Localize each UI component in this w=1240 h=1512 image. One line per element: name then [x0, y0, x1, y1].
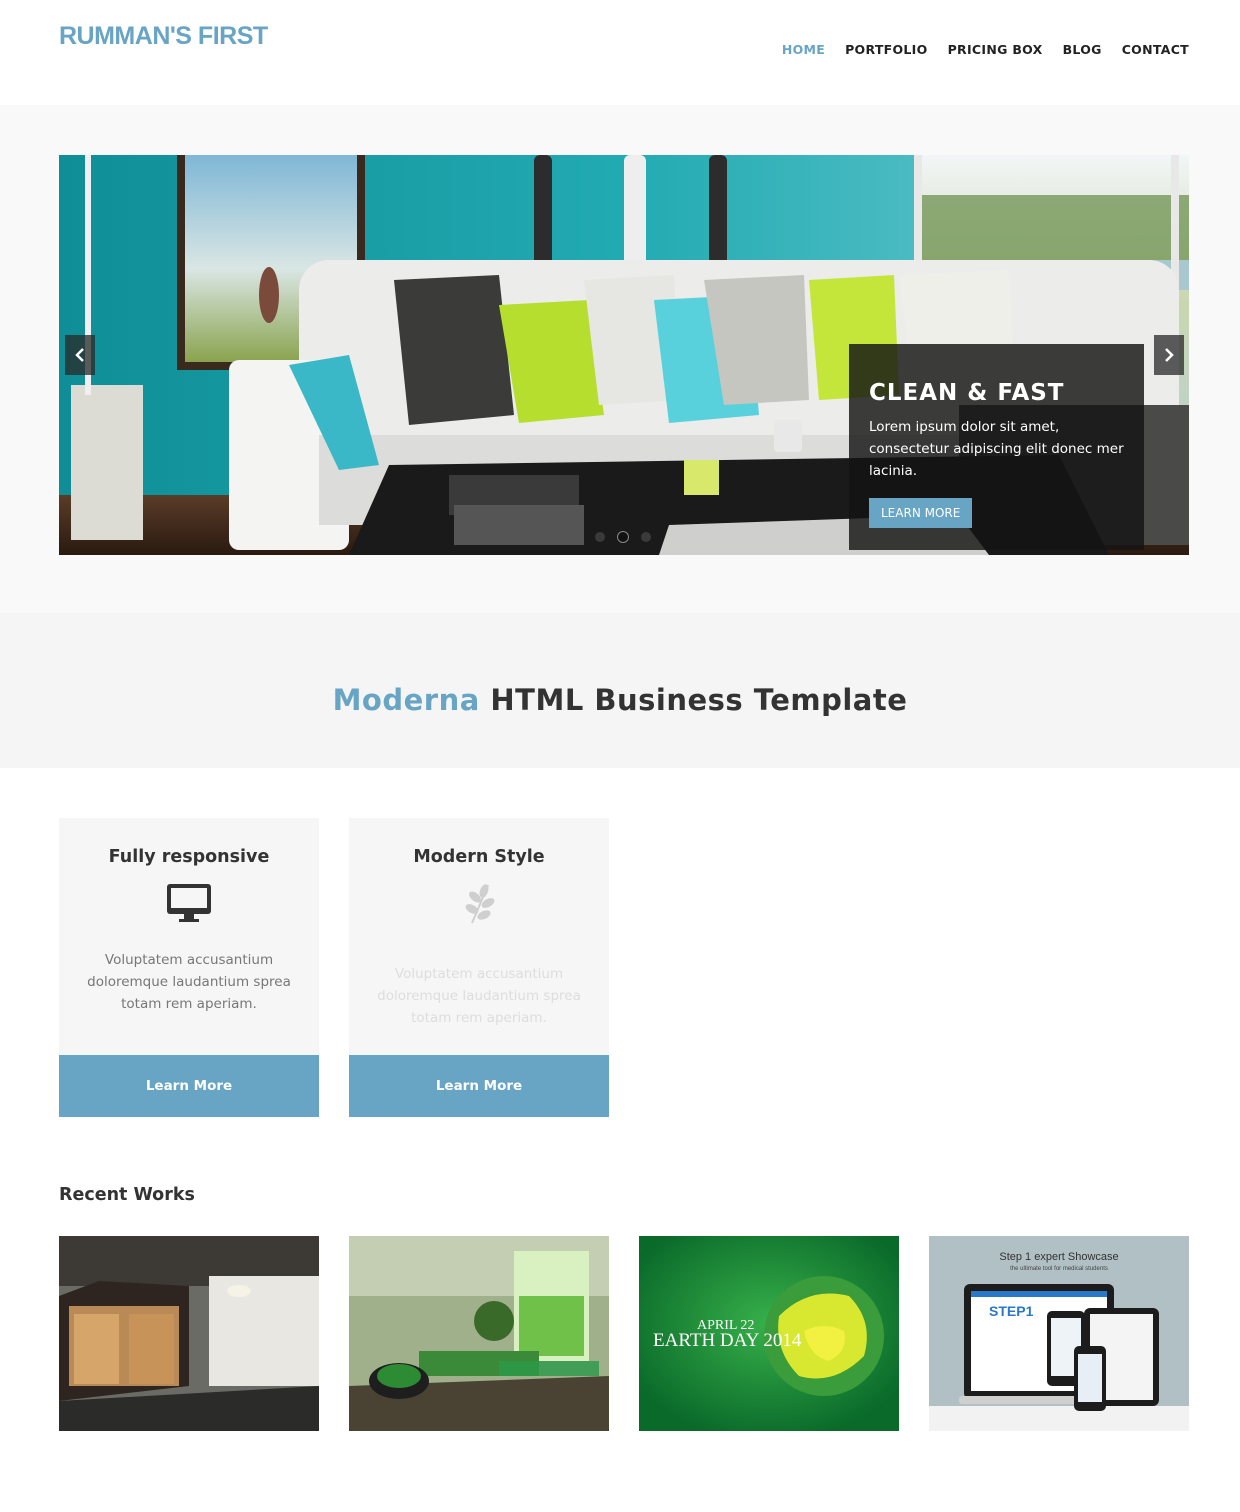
- slide-caption-text: Lorem ipsum dolor sit amet, consectetur …: [869, 419, 1124, 479]
- feature-box-modern-style: Modern Style Voluptatem accusantium dolo…: [349, 818, 609, 1117]
- portfolio-item-showcase[interactable]: Step 1 expert Showcase the ultimate tool…: [929, 1236, 1189, 1431]
- step1-showcase-image: Step 1 expert Showcase the ultimate tool…: [929, 1236, 1189, 1431]
- slide-caption: CLEAN & FAST Lorem ipsum dolor sit amet,…: [849, 344, 1144, 550]
- office-interior-image: [59, 1236, 319, 1431]
- feature-title: Modern Style: [413, 847, 545, 867]
- slider-prev-button[interactable]: [65, 335, 95, 375]
- chevron-right-icon: [1165, 348, 1174, 362]
- nav-pricing-box[interactable]: PRICING BOX: [948, 42, 1043, 57]
- portfolio-item-office[interactable]: [59, 1236, 319, 1431]
- learn-more-button[interactable]: Learn More: [59, 1055, 319, 1117]
- learn-more-button[interactable]: LEARN MORE: [869, 498, 973, 528]
- headline-accent: Moderna: [332, 683, 480, 717]
- nav-portfolio[interactable]: PORTFOLIO: [845, 42, 928, 57]
- hero-slider: CLEAN & FAST Lorem ipsum dolor sit amet,…: [59, 155, 1189, 555]
- slider-next-button[interactable]: [1154, 335, 1184, 375]
- site-header: RUMMAN'S FIRST HOME PORTFOLIO PRICING BO…: [0, 0, 1240, 105]
- showcase-logo: STEP1: [989, 1303, 1034, 1319]
- recent-works-title: Recent Works: [59, 1185, 195, 1205]
- slider-pagination: [595, 532, 651, 542]
- showcase-subtitle: the ultimate tool for medical students: [1010, 1266, 1108, 1272]
- hero-section: CLEAN & FAST Lorem ipsum dolor sit amet,…: [0, 105, 1240, 613]
- main-nav: HOME PORTFOLIO PRICING BOX BLOG CONTACT: [782, 42, 1189, 57]
- site-logo[interactable]: RUMMAN'S FIRST: [59, 22, 268, 51]
- slider-dot-2[interactable]: [618, 532, 628, 542]
- green-room-image: [349, 1236, 609, 1431]
- desktop-icon: [167, 884, 211, 922]
- earth-day-label: EARTH DAY 2014: [653, 1330, 802, 1351]
- headline-band: Moderna HTML Business Template: [0, 613, 1240, 768]
- earth-day-image: APRIL 22 EARTH DAY 2014: [639, 1236, 899, 1431]
- slide-caption-title: CLEAN & FAST: [869, 380, 1065, 406]
- feature-title: Fully responsive: [108, 847, 270, 867]
- learn-more-button[interactable]: Learn More: [349, 1055, 609, 1117]
- showcase-title-rest: Showcase: [1065, 1251, 1119, 1263]
- chevron-left-icon: [75, 348, 84, 362]
- page-headline: Moderna HTML Business Template: [0, 683, 1240, 717]
- feature-text: Voluptatem accusantium doloremque laudan…: [377, 966, 581, 1026]
- svg-text:Step 1 expert Showcase: Step 1 expert Showcase: [999, 1251, 1118, 1263]
- portfolio-item-earth-day[interactable]: APRIL 22 EARTH DAY 2014: [639, 1236, 899, 1431]
- headline-rest: HTML Business Template: [479, 683, 908, 717]
- nav-home[interactable]: HOME: [782, 42, 825, 57]
- nav-contact[interactable]: CONTACT: [1122, 42, 1189, 57]
- showcase-title-bold: Step 1 expert: [999, 1251, 1064, 1263]
- nav-blog[interactable]: BLOG: [1063, 42, 1102, 57]
- portfolio-item-green-room[interactable]: [349, 1236, 609, 1431]
- slider-dot-1[interactable]: [595, 532, 605, 542]
- feature-text: Voluptatem accusantium doloremque laudan…: [87, 952, 291, 1012]
- feature-box-responsive: Fully responsive Voluptatem accusantium …: [59, 818, 319, 1117]
- slider-dot-3[interactable]: [641, 532, 651, 542]
- leaf-icon: [465, 884, 495, 924]
